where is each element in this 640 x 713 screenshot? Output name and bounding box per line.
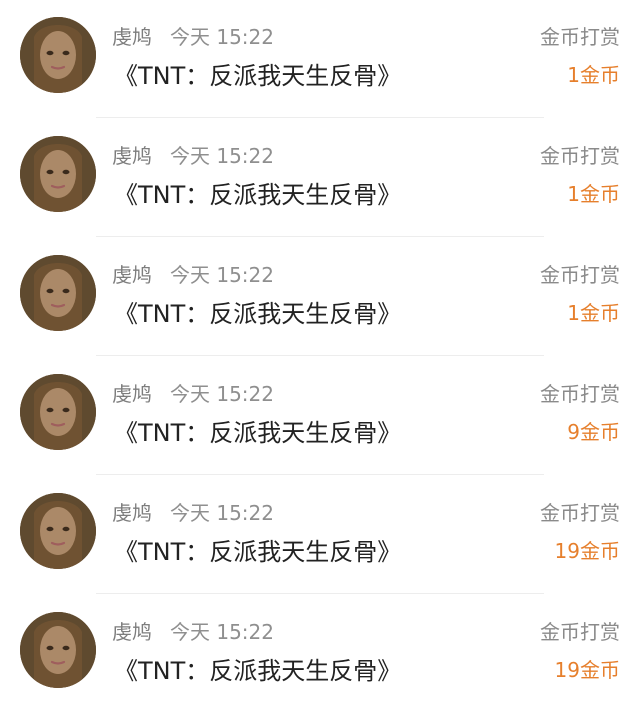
avatar[interactable] — [20, 374, 96, 450]
reward-type: 金币打赏 — [540, 263, 620, 287]
timestamp: 今天 15:22 — [170, 263, 274, 287]
user-name: 虔鸠 — [112, 501, 152, 525]
book-title[interactable]: 《TNT：反派我天生反骨》 — [114, 655, 401, 687]
book-title[interactable]: 《TNT：反派我天生反骨》 — [114, 179, 401, 211]
user-name: 虔鸠 — [112, 263, 152, 287]
book-title[interactable]: 《TNT：反派我天生反骨》 — [114, 417, 401, 449]
book-title[interactable]: 《TNT：反派我天生反骨》 — [114, 298, 401, 330]
list-item[interactable]: 虔鸠 今天 15:22 《TNT：反派我天生反骨》 金币打赏 9金币 — [0, 357, 640, 475]
reward-amount: 19金币 — [554, 539, 620, 563]
timestamp: 今天 15:22 — [170, 620, 274, 644]
avatar-image — [20, 255, 96, 331]
reward-type: 金币打赏 — [540, 144, 620, 168]
reward-type: 金币打赏 — [540, 501, 620, 525]
divider — [96, 117, 544, 118]
timestamp: 今天 15:22 — [170, 25, 274, 49]
reward-amount: 1金币 — [567, 301, 620, 325]
reward-amount: 1金币 — [567, 63, 620, 87]
timestamp: 今天 15:22 — [170, 144, 274, 168]
avatar[interactable] — [20, 612, 96, 688]
user-name: 虔鸠 — [112, 144, 152, 168]
divider — [96, 355, 544, 356]
avatar[interactable] — [20, 136, 96, 212]
reward-list: 虔鸠 今天 15:22 《TNT：反派我天生反骨》 金币打赏 1金币 虔鸠 今天… — [0, 0, 640, 708]
book-title[interactable]: 《TNT：反派我天生反骨》 — [114, 536, 401, 568]
list-item[interactable]: 虔鸠 今天 15:22 《TNT：反派我天生反骨》 金币打赏 1金币 — [0, 238, 640, 356]
divider — [96, 593, 544, 594]
timestamp: 今天 15:22 — [170, 382, 274, 406]
avatar-image — [20, 612, 96, 688]
timestamp: 今天 15:22 — [170, 501, 274, 525]
reward-amount: 19金币 — [554, 658, 620, 682]
avatar[interactable] — [20, 255, 96, 331]
list-item[interactable]: 虔鸠 今天 15:22 《TNT：反派我天生反骨》 金币打赏 1金币 — [0, 119, 640, 237]
divider — [96, 236, 544, 237]
reward-amount: 9金币 — [567, 420, 620, 444]
user-name: 虔鸠 — [112, 25, 152, 49]
reward-amount: 1金币 — [567, 182, 620, 206]
book-title[interactable]: 《TNT：反派我天生反骨》 — [114, 60, 401, 92]
divider — [96, 474, 544, 475]
reward-type: 金币打赏 — [540, 620, 620, 644]
user-name: 虔鸠 — [112, 382, 152, 406]
avatar[interactable] — [20, 493, 96, 569]
reward-type: 金币打赏 — [540, 25, 620, 49]
avatar-image — [20, 136, 96, 212]
avatar-image — [20, 493, 96, 569]
avatar-image — [20, 17, 96, 93]
list-item[interactable]: 虔鸠 今天 15:22 《TNT：反派我天生反骨》 金币打赏 19金币 — [0, 595, 640, 713]
reward-type: 金币打赏 — [540, 382, 620, 406]
list-item[interactable]: 虔鸠 今天 15:22 《TNT：反派我天生反骨》 金币打赏 1金币 — [0, 0, 640, 118]
user-name: 虔鸠 — [112, 620, 152, 644]
avatar-image — [20, 374, 96, 450]
list-item[interactable]: 虔鸠 今天 15:22 《TNT：反派我天生反骨》 金币打赏 19金币 — [0, 476, 640, 594]
avatar[interactable] — [20, 17, 96, 93]
